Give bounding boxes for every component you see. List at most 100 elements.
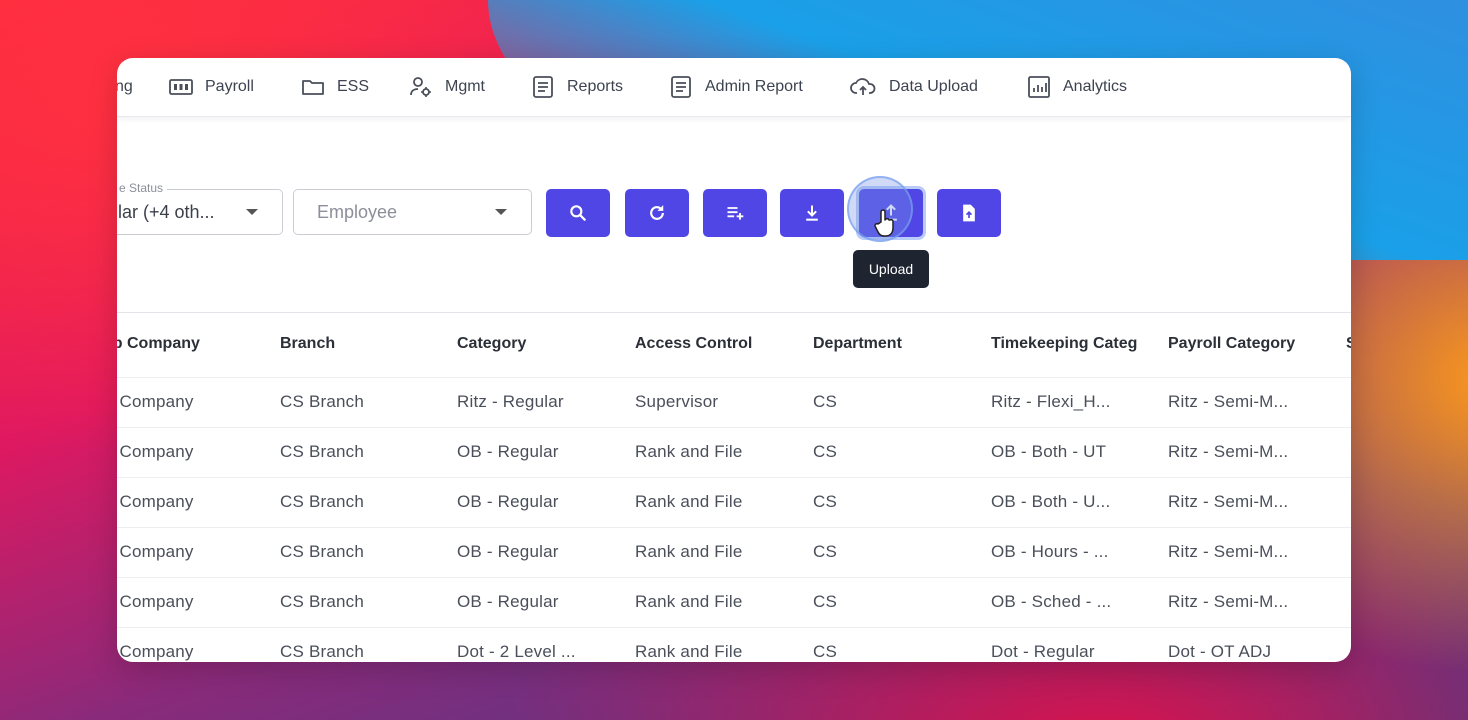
nav-item-label: Data Upload: [889, 78, 978, 95]
cell-timekeeping-category: Dot - Regular: [991, 642, 1095, 661]
cell-payroll-category: Ritz - Semi-M...: [1168, 542, 1289, 561]
cell-sub-company: S Company: [117, 492, 194, 511]
cell-sub-company: S Company: [117, 592, 194, 611]
cell-payroll-category: Ritz - Semi-M...: [1168, 592, 1289, 611]
cell-category: OB - Regular: [457, 492, 559, 511]
cell-department: CS: [813, 592, 838, 611]
refresh-icon: [650, 205, 664, 220]
cell-access-control: Rank and File: [635, 442, 743, 461]
cell-department: CS: [813, 492, 838, 511]
employee-select-placeholder: Employee: [317, 201, 398, 222]
cell-category: OB - Regular: [457, 442, 559, 461]
nav-item-data-upload[interactable]: Data Upload: [849, 58, 978, 116]
cell-sub-company: S Company: [117, 442, 194, 461]
document-icon: [533, 76, 553, 98]
cell-branch: CS Branch: [280, 492, 365, 511]
header-sub-company[interactable]: ub Company: [117, 335, 200, 353]
refresh-button[interactable]: [625, 189, 689, 237]
table-row[interactable]: S Company CS Branch Dot - 2 Level ... Ra…: [117, 627, 1351, 662]
cell-department: CS: [813, 392, 838, 411]
cell-branch: CS Branch: [280, 542, 365, 561]
cell-category: Ritz - Regular: [457, 392, 564, 411]
nav-item-reports[interactable]: Reports: [531, 58, 623, 116]
cell-access-control: Rank and File: [635, 642, 743, 661]
add-list-button[interactable]: [703, 189, 767, 237]
header-access-control[interactable]: Access Control: [635, 335, 752, 353]
nav-item-label: Admin Report: [705, 78, 803, 95]
nav-item-admin-report[interactable]: Admin Report: [669, 58, 803, 116]
add-list-icon: [727, 207, 744, 220]
header-branch[interactable]: Branch: [280, 335, 335, 353]
cell-access-control: Rank and File: [635, 592, 743, 611]
cell-timekeeping-category: OB - Both - UT: [991, 442, 1107, 461]
nav-item-label: Payroll: [205, 78, 254, 95]
hand-pointer-icon: [874, 209, 894, 237]
download-button[interactable]: [780, 189, 844, 237]
folder-icon: [302, 80, 324, 95]
cell-department: CS: [813, 642, 838, 661]
cell-branch: CS Branch: [280, 592, 365, 611]
cell-category: Dot - 2 Level ...: [457, 642, 576, 661]
tooltip-text: Upload: [868, 261, 914, 277]
search-button[interactable]: [546, 189, 610, 237]
cell-access-control: Supervisor: [635, 392, 719, 411]
cell-category: OB - Regular: [457, 542, 559, 561]
cell-payroll-category: Dot - OT ADJ: [1168, 642, 1272, 661]
chevron-down-icon: [495, 209, 507, 215]
cell-timekeeping-category: OB - Sched - ...: [991, 592, 1112, 611]
cell-category: OB - Regular: [457, 592, 559, 611]
cell-payroll-category: Ritz - Semi-M...: [1168, 442, 1289, 461]
table-divider: [117, 312, 1351, 313]
user-settings-icon: [410, 77, 431, 97]
table-row[interactable]: S Company CS Branch OB - Regular Rank an…: [117, 427, 1351, 478]
table-row[interactable]: S Company CS Branch OB - Regular Rank an…: [117, 477, 1351, 528]
app-window: ng Payroll ESS Mgmt Reports Admin Report…: [117, 58, 1351, 662]
upload-tooltip: Upload: [853, 250, 929, 288]
cell-timekeeping-category: OB - Both - U...: [991, 492, 1111, 511]
cell-department: CS: [813, 442, 838, 461]
download-icon: [806, 205, 818, 221]
nav-item-label: ESS: [337, 78, 370, 95]
header-category[interactable]: Category: [457, 335, 526, 353]
header-department[interactable]: Department: [813, 335, 902, 353]
nav-item-ess[interactable]: ESS: [301, 58, 369, 116]
search-icon: [570, 205, 586, 221]
cell-access-control: Rank and File: [635, 492, 743, 511]
chevron-down-icon: [246, 209, 258, 215]
file-upload-icon: [963, 204, 975, 222]
status-select-value: lar (+4 oth...: [118, 201, 215, 222]
analytics-icon: [1028, 76, 1050, 98]
cell-payroll-category: Ritz - Semi-M...: [1168, 492, 1289, 511]
cell-sub-company: S Company: [117, 642, 194, 661]
cell-timekeeping-category: Ritz - Flexi_H...: [991, 392, 1111, 411]
header-partial[interactable]: S: [1346, 335, 1351, 353]
header-timekeeping-category[interactable]: Timekeeping Categ: [991, 335, 1137, 353]
header-payroll-category[interactable]: Payroll Category: [1168, 335, 1295, 353]
status-select[interactable]: lar (+4 oth...: [117, 189, 283, 235]
cell-department: CS: [813, 542, 838, 561]
document-icon: [671, 76, 691, 98]
status-select-label: e Status: [117, 181, 168, 195]
cell-branch: CS Branch: [280, 442, 365, 461]
payroll-icon: [169, 79, 193, 95]
cell-branch: CS Branch: [280, 642, 365, 661]
nav-item-payroll[interactable]: Payroll: [169, 58, 254, 116]
nav-item-label: Analytics: [1063, 78, 1128, 95]
cloud-upload-icon: [850, 78, 876, 95]
table-row[interactable]: S Company CS Branch OB - Regular Rank an…: [117, 577, 1351, 628]
table-row[interactable]: S Company CS Branch Ritz - Regular Super…: [117, 377, 1351, 428]
file-upload-button[interactable]: [937, 189, 1001, 237]
nav-item-partial[interactable]: ng: [117, 58, 133, 116]
cell-access-control: Rank and File: [635, 542, 743, 561]
employee-select[interactable]: Employee: [293, 189, 532, 235]
nav-item-analytics[interactable]: Analytics: [1027, 58, 1127, 116]
cell-branch: CS Branch: [280, 392, 365, 411]
nav-item-mgmt[interactable]: Mgmt: [409, 58, 485, 116]
top-nav: ng Payroll ESS Mgmt Reports Admin Report…: [117, 58, 1351, 117]
table-row[interactable]: S Company CS Branch OB - Regular Rank an…: [117, 527, 1351, 578]
cell-sub-company: S Company: [117, 392, 194, 411]
cell-payroll-category: Ritz - Semi-M...: [1168, 392, 1289, 411]
cell-timekeeping-category: OB - Hours - ...: [991, 542, 1109, 561]
nav-item-label: Mgmt: [445, 78, 485, 95]
cell-sub-company: S Company: [117, 542, 194, 561]
